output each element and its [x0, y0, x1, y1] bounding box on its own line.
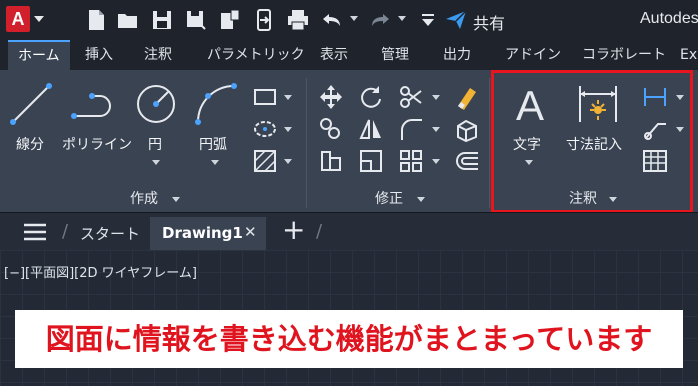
new-file-icon[interactable] — [84, 8, 108, 32]
start-tab[interactable]: スタート — [80, 223, 140, 244]
tab-separator: / — [62, 221, 69, 242]
app-title: Autodes — [640, 10, 698, 27]
hatch-dropdown-icon[interactable] — [284, 159, 292, 164]
ribbon-tab-bar: ホーム 挿入 注釈 パラメトリック 表示 管理 出力 アドイン コラボレート E… — [0, 40, 698, 72]
tab-home[interactable]: ホーム — [8, 40, 70, 72]
drawing1-tab[interactable]: Drawing1 ✕ — [150, 217, 266, 251]
quick-access-toolbar: A 共有 Autodes — [0, 0, 698, 40]
scale-icon[interactable] — [358, 148, 384, 174]
hamburger-menu-icon[interactable] — [24, 223, 46, 241]
autocad-logo-icon: A — [6, 6, 30, 32]
chevron-down-icon — [34, 16, 44, 22]
tab-output[interactable]: 出力 — [443, 40, 471, 70]
explode-icon[interactable] — [454, 116, 480, 143]
tab-annotate[interactable]: 注釈 — [144, 40, 172, 70]
tab-express[interactable]: Ex — [680, 40, 697, 70]
move-icon[interactable] — [318, 84, 344, 110]
offset-icon[interactable] — [454, 148, 480, 174]
circle-dropdown-icon[interactable] — [152, 160, 160, 165]
array-icon[interactable] — [398, 148, 424, 174]
arc-label[interactable]: 円弧 — [199, 134, 227, 154]
tab-manage[interactable]: 管理 — [381, 40, 409, 70]
application-menu-button[interactable]: A — [6, 6, 50, 34]
modify-panel-title[interactable]: 修正 — [375, 188, 403, 210]
open-folder-icon[interactable] — [116, 8, 140, 32]
polyline-label[interactable]: ポリライン — [62, 134, 132, 154]
draw-panel-title[interactable]: 作成 — [130, 188, 158, 210]
share-icon[interactable] — [444, 8, 468, 32]
panel-divider — [306, 78, 307, 208]
redo-icon[interactable] — [368, 8, 392, 32]
redo-dropdown-icon[interactable] — [398, 16, 406, 21]
drawing1-tab-label[interactable]: Drawing1 — [162, 224, 243, 242]
draw-panel-expand-icon[interactable] — [172, 197, 180, 202]
tab-collaborate[interactable]: コラボレート — [582, 40, 666, 70]
fillet-icon[interactable] — [398, 116, 424, 142]
customize-toolbar-icon[interactable] — [416, 8, 440, 32]
panel-divider — [489, 78, 490, 208]
share-label[interactable]: 共有 — [473, 10, 505, 34]
polyline-icon[interactable] — [70, 82, 114, 126]
rectangle-icon[interactable] — [252, 84, 278, 110]
trim-dropdown-icon[interactable] — [432, 95, 440, 100]
ellipse-icon[interactable] — [252, 116, 278, 142]
line-label[interactable]: 線分 — [16, 134, 44, 154]
tab-parametric[interactable]: パラメトリック — [207, 40, 305, 70]
arc-dropdown-icon[interactable] — [211, 160, 219, 165]
rotate-icon[interactable] — [358, 84, 384, 110]
tab-separator: / — [316, 221, 323, 242]
save-to-web-icon[interactable] — [252, 8, 276, 32]
circle-icon[interactable] — [134, 82, 178, 126]
tab-view[interactable]: 表示 — [320, 40, 348, 70]
array-dropdown-icon[interactable] — [432, 159, 440, 164]
caption-banner: 図面に情報を書き込む機能がまとまっています — [15, 310, 683, 368]
save-as-icon[interactable] — [184, 8, 208, 32]
viewport-controls-label[interactable]: [−][平面図][2D ワイヤフレーム] — [4, 262, 197, 281]
undo-icon[interactable] — [320, 8, 344, 32]
mirror-icon[interactable] — [358, 116, 384, 142]
open-from-web-icon[interactable] — [218, 8, 242, 32]
plot-printer-icon[interactable] — [286, 8, 310, 32]
arc-icon[interactable] — [194, 82, 238, 126]
circle-label[interactable]: 円 — [148, 134, 162, 154]
add-tab-icon[interactable]: + — [282, 213, 305, 246]
line-icon[interactable] — [9, 82, 53, 126]
document-tab-bar: / スタート Drawing1 ✕ + / — [0, 212, 698, 251]
ellipse-dropdown-icon[interactable] — [284, 127, 292, 132]
fillet-dropdown-icon[interactable] — [432, 127, 440, 132]
undo-dropdown-icon[interactable] — [350, 16, 358, 21]
copy-icon[interactable] — [318, 116, 344, 142]
trim-icon[interactable] — [398, 84, 424, 110]
tab-addins[interactable]: アドイン — [505, 40, 561, 70]
rectangle-dropdown-icon[interactable] — [284, 95, 292, 100]
stretch-icon[interactable] — [318, 148, 344, 174]
annotation-panel-highlight — [491, 70, 693, 213]
hatch-icon[interactable] — [252, 148, 278, 174]
modify-panel-expand-icon[interactable] — [417, 197, 425, 202]
close-icon[interactable]: ✕ — [244, 223, 257, 241]
erase-icon[interactable] — [454, 84, 480, 110]
tab-insert[interactable]: 挿入 — [85, 40, 113, 70]
save-icon[interactable] — [150, 8, 174, 32]
